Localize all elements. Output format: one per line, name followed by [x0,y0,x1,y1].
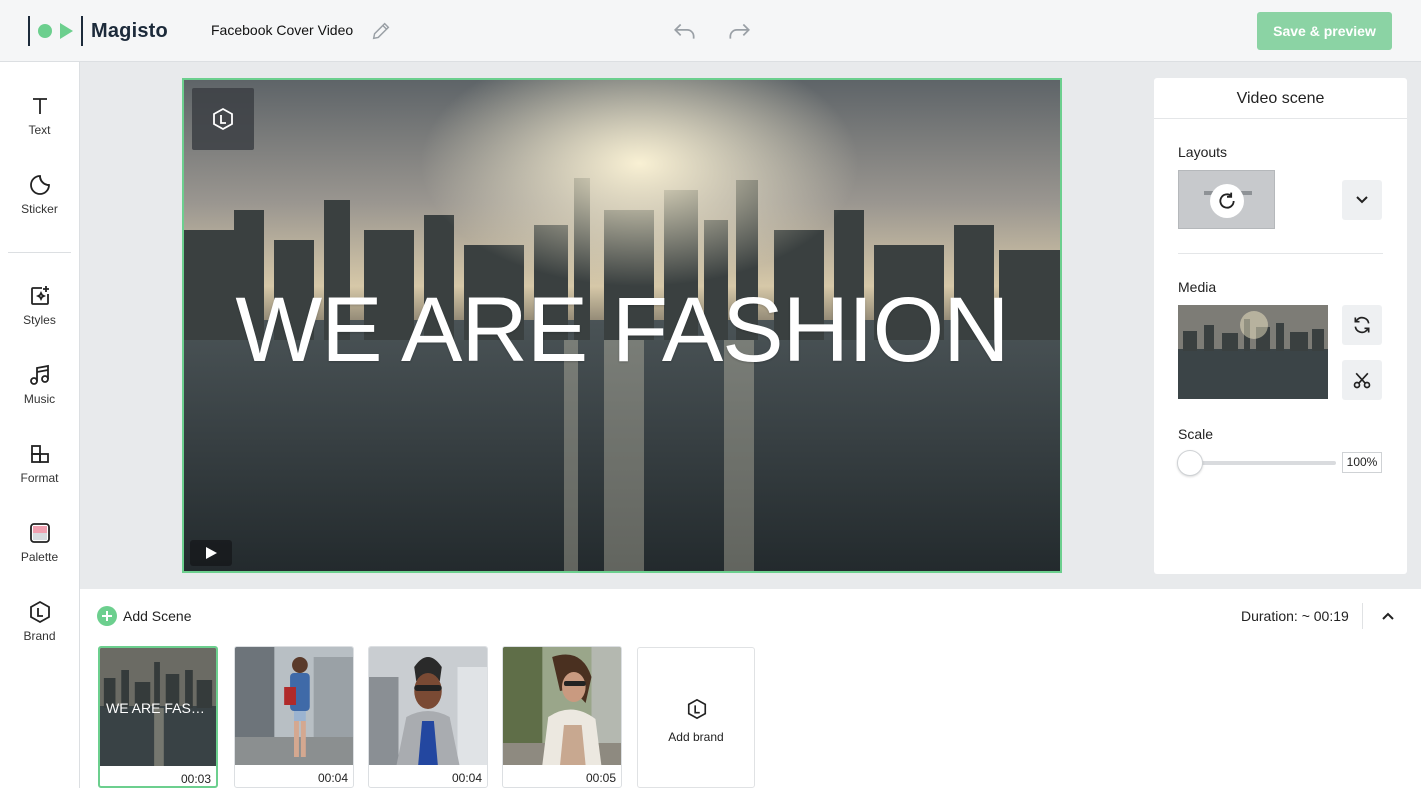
panel-title: Video scene [1154,78,1407,119]
scale-slider-track[interactable] [1190,461,1336,465]
tool-music[interactable]: Music [0,363,79,423]
undo-icon[interactable] [672,18,698,44]
media-label: Media [1178,279,1217,295]
top-bar: Magisto Facebook Cover Video Save & prev… [0,0,1421,62]
tool-brand[interactable]: Brand [0,600,79,660]
tool-text[interactable]: Text [0,94,79,154]
add-brand-button[interactable]: Add brand [637,647,755,788]
tool-label: Sticker [21,202,58,216]
tool-label: Brand [23,629,56,643]
video-scene-panel: Video scene Layouts Media Scale 100% [1154,78,1407,574]
timeline-divider [1362,603,1363,629]
brand-icon [29,600,50,624]
tool-palette[interactable]: Palette [0,521,79,581]
tool-label: Palette [20,550,59,564]
scene-preview[interactable]: WE ARE FASHION [182,78,1062,573]
scene-headline[interactable]: WE ARE FASHION [184,278,1060,383]
tool-rail: Text Sticker Styles Music Format Palette… [0,62,80,788]
shuffle-layout-button[interactable] [1210,184,1244,218]
add-scene-label: Add Scene [123,608,192,624]
scene-thumbnail [503,647,621,765]
refresh-icon [1219,192,1235,209]
tool-label: Format [20,471,59,485]
scene-duration: 00:04 [451,771,482,785]
play-button[interactable] [190,540,232,566]
add-scene-button[interactable]: Add Scene [97,606,192,626]
scissors-icon [1353,372,1371,389]
scale-slider-handle[interactable] [1177,450,1203,476]
tool-styles[interactable]: Styles [0,284,79,344]
tool-format[interactable]: Format [0,442,79,502]
palette-icon [29,523,50,543]
text-icon [32,98,47,114]
scene-clip[interactable]: 00:05 [502,646,622,788]
brand-logo-button[interactable] [192,88,254,150]
tool-label: Text [28,123,51,137]
scale-label: Scale [1178,426,1214,442]
brand-icon [213,107,233,131]
scene-duration: 00:05 [585,771,616,785]
logo-play-icon [60,23,73,39]
media-thumbnail[interactable] [1178,305,1328,399]
replace-media-button[interactable] [1342,305,1382,345]
scene-clip[interactable]: 00:04 [234,646,354,788]
scene-thumbnail [369,647,487,765]
save-preview-button[interactable]: Save & preview [1257,12,1392,50]
project-title[interactable]: Facebook Cover Video [211,22,353,38]
brand-icon [687,698,707,720]
pencil-icon[interactable] [370,20,392,42]
logo-dot-icon [38,24,52,38]
trim-media-button[interactable] [1342,360,1382,400]
scene-duration: 00:04 [317,771,348,785]
replace-icon [1354,316,1370,334]
music-icon [29,364,49,385]
scene-duration: 00:03 [180,772,211,786]
tool-sticker[interactable]: Sticker [0,173,79,233]
layouts-label: Layouts [1178,144,1228,160]
sticker-icon [29,175,50,195]
rail-divider [8,252,71,253]
tool-label: Styles [23,313,56,327]
play-icon [206,547,217,559]
layout-thumbnail[interactable] [1178,170,1275,229]
scene-thumbnail [235,647,353,765]
scene-clip[interactable]: 00:04 [368,646,488,788]
redo-icon[interactable] [726,18,752,44]
styles-icon [30,286,49,305]
scene-caption: WE ARE FASHION [106,700,216,716]
format-icon [30,445,49,463]
chevron-up-icon[interactable] [1380,609,1396,623]
scale-value-field[interactable]: 100% [1342,452,1382,473]
add-brand-label: Add brand [668,730,724,744]
scene-timeline: Add Scene Duration: ~ 00:19 WE ARE FASHI… [80,589,1421,788]
chevron-down-icon [1356,196,1368,204]
scene-clip[interactable]: WE ARE FASHION 00:03 [98,646,218,788]
magisto-logo[interactable]: Magisto [28,16,168,46]
layouts-dropdown-button[interactable] [1342,180,1382,220]
brand-name: Magisto [91,19,168,42]
duration-readout: Duration: ~ 00:19 [1241,608,1349,624]
panel-divider [1178,253,1383,254]
tool-label: Music [23,392,56,406]
plus-icon [97,606,117,626]
